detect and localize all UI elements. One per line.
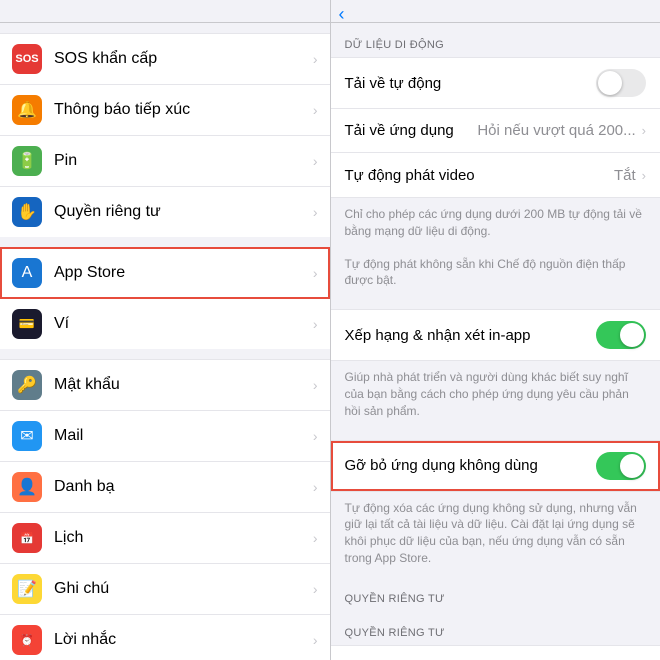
- settings-left-panel: SOSSOS khẩn cấp›🔔Thông báo tiếp xúc›🔋Pin…: [0, 0, 330, 660]
- right-group-privacy-section: App Store & Quyền riêng tư ArcadeĐể xuất…: [331, 645, 660, 660]
- privacy-label: Quyền riêng tư: [54, 203, 313, 221]
- notes-label: Ghi chú: [54, 580, 313, 598]
- settings-item-notify[interactable]: 🔔 Thông báo tiếp xúc›: [0, 85, 330, 136]
- app-download-desc-desc: Chỉ cho phép các ứng dụng dưới 200 MB tự…: [331, 200, 660, 250]
- remove-unused-label: Gỡ bỏ ứng dụng không dùng: [345, 457, 597, 474]
- appstore-label: App Store: [54, 264, 313, 282]
- sos-label: SOS khẩn cấp: [54, 50, 313, 68]
- appstore-icon: A: [12, 258, 42, 288]
- sos-chevron-icon: ›: [313, 51, 318, 67]
- wallet-chevron-icon: ›: [313, 316, 318, 332]
- right-group-mobile-data: Tải về tự động Tải về ứng dụngHỏi nếu vượ…: [331, 57, 660, 198]
- settings-item-sos[interactable]: SOS SOS khẩn cấp›: [0, 33, 330, 85]
- in-app-ratings-toggle[interactable]: [596, 321, 646, 349]
- settings-item-notes[interactable]: 📝 Ghi chú›: [0, 564, 330, 615]
- remove-unused-toggle[interactable]: [596, 452, 646, 480]
- right-panel-header: ‹: [331, 0, 660, 23]
- settings-group-0: SOSSOS khẩn cấp›🔔Thông báo tiếp xúc›🔋Pin…: [0, 33, 330, 237]
- right-item-auto-download[interactable]: Tải về tự động: [331, 58, 660, 109]
- password-icon: 🔑: [12, 370, 42, 400]
- settings-item-battery[interactable]: 🔋 Pin›: [0, 136, 330, 187]
- reminders-chevron-icon: ›: [313, 632, 318, 648]
- password-chevron-icon: ›: [313, 377, 318, 393]
- auto-play-video-label: Tự động phát video: [345, 167, 614, 184]
- contacts-chevron-icon: ›: [313, 479, 318, 495]
- section-title-privacy-section: QUYỀN RIÊNG TƯ: [331, 577, 660, 611]
- password-label: Mật khẩu: [54, 376, 313, 394]
- calendar-icon: 📅: [12, 523, 42, 553]
- in-app-ratings-toggle-knob: [620, 323, 644, 347]
- notify-chevron-icon: ›: [313, 102, 318, 118]
- settings-item-calendar[interactable]: 📅 Lịch›: [0, 513, 330, 564]
- notify-label: Thông báo tiếp xúc: [54, 101, 313, 119]
- calendar-chevron-icon: ›: [313, 530, 318, 546]
- notes-chevron-icon: ›: [313, 581, 318, 597]
- auto-download-toggle-knob: [598, 71, 622, 95]
- back-chevron-icon: ‹: [339, 4, 345, 25]
- back-button[interactable]: ‹: [339, 4, 347, 25]
- contacts-label: Danh bạ: [54, 478, 313, 496]
- remove-unused-toggle-knob: [620, 454, 644, 478]
- right-group-unused-apps: Gỡ bỏ ứng dụng không dùng: [331, 440, 660, 492]
- auto-download-label: Tải về tự động: [345, 75, 597, 92]
- notes-icon: 📝: [12, 574, 42, 604]
- settings-item-mail[interactable]: ✉ Mail›: [0, 411, 330, 462]
- reminders-icon: ⏰: [12, 625, 42, 655]
- wallet-label: Ví: [54, 315, 313, 333]
- reminders-label: Lời nhắc: [54, 631, 313, 649]
- settings-item-password[interactable]: 🔑 Mật khẩu›: [0, 359, 330, 411]
- right-group-ratings: Xếp hạng & nhận xét in-app: [331, 309, 660, 361]
- auto-download-toggle[interactable]: [596, 69, 646, 97]
- settings-item-reminders[interactable]: ⏰ Lời nhắc›: [0, 615, 330, 660]
- in-app-ratings-label: Xếp hạng & nhận xét in-app: [345, 327, 597, 344]
- app-download-label: Tải về ứng dụng: [345, 122, 478, 139]
- remove-unused-desc-desc: Tự động xóa các ứng dụng không sử dụng, …: [331, 494, 660, 577]
- app-download-value: Hỏi nếu vượt quá 200...: [477, 122, 635, 139]
- sos-icon: SOS: [12, 44, 42, 74]
- settings-group-1: AApp Store›💳Ví›: [0, 247, 330, 349]
- privacy-link-privacy-arcade[interactable]: App Store & Quyền riêng tư Arcade: [331, 646, 660, 660]
- privacy-icon: ✋: [12, 197, 42, 227]
- contacts-icon: 👤: [12, 472, 42, 502]
- battery-chevron-icon: ›: [313, 153, 318, 169]
- settings-item-appstore[interactable]: A App Store›: [0, 247, 330, 299]
- divider-1: [331, 299, 660, 309]
- mail-icon: ✉: [12, 421, 42, 451]
- right-item-app-download[interactable]: Tải về ứng dụngHỏi nếu vượt quá 200... ›: [331, 109, 660, 153]
- auto-play-desc-desc: Tự động phát không sẵn khi Chế độ nguồn …: [331, 250, 660, 300]
- calendar-label: Lịch: [54, 529, 313, 547]
- battery-label: Pin: [54, 152, 313, 170]
- auto-play-video-value: Tắt: [614, 167, 636, 184]
- settings-item-wallet[interactable]: 💳 Ví›: [0, 299, 330, 349]
- section-title-privacy-section: QUYỀN RIÊNG TƯ: [331, 611, 660, 645]
- privacy-chevron-icon: ›: [313, 204, 318, 220]
- ratings-desc-desc: Giúp nhà phát triển và người dùng khác b…: [331, 363, 660, 429]
- right-item-in-app-ratings[interactable]: Xếp hạng & nhận xét in-app: [331, 310, 660, 360]
- section-title-mobile-data: DỮ LIỆU DI ĐỘNG: [331, 23, 660, 57]
- auto-play-video-chevron-icon: ›: [642, 168, 646, 183]
- appstore-chevron-icon: ›: [313, 265, 318, 281]
- settings-right-panel[interactable]: ‹ DỮ LIỆU DI ĐỘNG Tải về tự động Tải về ứn…: [331, 0, 660, 660]
- settings-group-2: 🔑Mật khẩu›✉Mail›👤Danh bạ›📅Lịch›📝Ghi chú›…: [0, 359, 330, 660]
- right-item-remove-unused[interactable]: Gỡ bỏ ứng dụng không dùng: [331, 441, 660, 491]
- app-download-chevron-icon: ›: [642, 123, 646, 138]
- settings-item-contacts[interactable]: 👤 Danh bạ›: [0, 462, 330, 513]
- settings-item-privacy[interactable]: ✋ Quyền riêng tư›: [0, 187, 330, 237]
- notify-icon: 🔔: [12, 95, 42, 125]
- wallet-icon: 💳: [12, 309, 42, 339]
- mail-label: Mail: [54, 427, 313, 445]
- battery-icon: 🔋: [12, 146, 42, 176]
- mail-chevron-icon: ›: [313, 428, 318, 444]
- left-panel-header: [0, 0, 330, 23]
- divider-2: [331, 430, 660, 440]
- right-item-auto-play-video[interactable]: Tự động phát videoTắt ›: [331, 153, 660, 197]
